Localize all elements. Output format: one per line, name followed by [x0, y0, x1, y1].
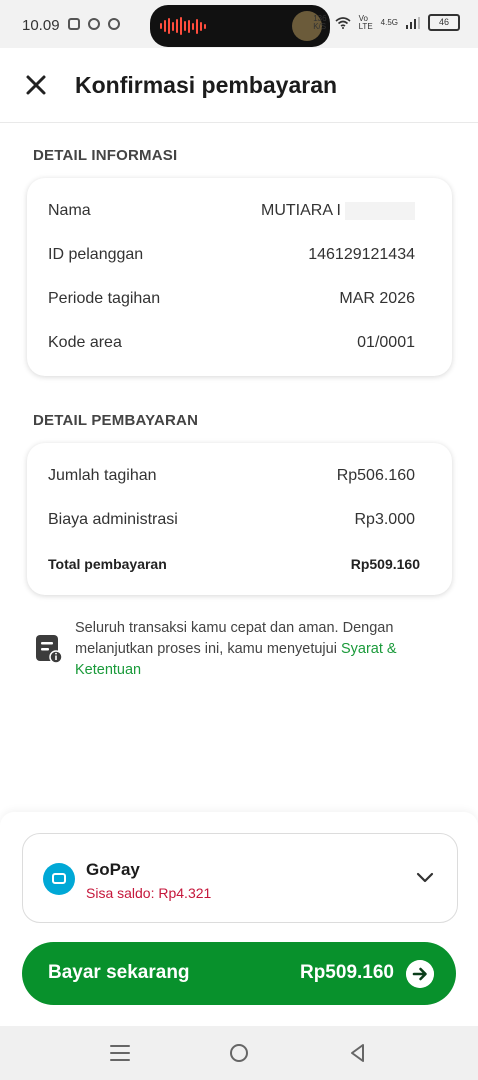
- payment-value: Rp3.000: [354, 511, 416, 528]
- payment-label: Biaya administrasi: [48, 511, 178, 528]
- chat-icon: [88, 18, 100, 30]
- status-time: 10.09: [22, 17, 60, 34]
- info-row-area: Kode area 01/0001: [48, 334, 415, 352]
- net-speed: 136 K/S: [313, 13, 327, 31]
- home-icon[interactable]: [227, 1041, 251, 1065]
- info-label: Nama: [48, 202, 91, 219]
- wallet-icon: [43, 863, 75, 895]
- dynamic-island: [150, 5, 330, 47]
- payment-label: Jumlah tagihan: [48, 467, 157, 484]
- wifi-icon: [335, 16, 351, 29]
- info-value: MUTIARA I: [261, 202, 415, 220]
- total-value: Rp509.160: [350, 556, 420, 572]
- info-label: Periode tagihan: [48, 290, 161, 307]
- payment-section-title: DETAIL PEMBAYARAN: [33, 412, 199, 429]
- notice-text: Seluruh transaksi kamu cepat dan aman. D…: [75, 618, 435, 681]
- info-row-name: Nama MUTIARA I: [48, 202, 415, 220]
- instagram-icon: [68, 18, 80, 30]
- payment-row-total: Total pembayaran Rp509.160: [48, 556, 420, 572]
- app-header: Konfirmasi pembayaran: [0, 48, 478, 123]
- wallet-balance: Sisa saldo: Rp4.321: [86, 885, 212, 901]
- customer-name: MUTIARA I: [260, 202, 341, 220]
- notification-icons: [68, 18, 120, 30]
- pay-now-button[interactable]: Bayar sekarang Rp509.160: [22, 942, 456, 1005]
- status-bar: 10.09 136 K/S Vo LTE 4.5G 46: [0, 0, 478, 48]
- payment-card: Jumlah tagihan Rp506.160 Biaya administr…: [27, 443, 452, 595]
- payment-method-name: GoPay: [86, 860, 140, 879]
- back-icon[interactable]: [346, 1041, 370, 1065]
- info-label: ID pelanggan: [48, 246, 144, 263]
- payment-row-admin: Biaya administrasi Rp3.000: [48, 511, 415, 529]
- info-value: 146129121434: [308, 246, 415, 263]
- payment-row-bill: Jumlah tagihan Rp506.160: [48, 467, 415, 485]
- info-section-title: DETAIL INFORMASI: [33, 147, 178, 164]
- arrow-right-icon: [406, 960, 434, 988]
- page-title: Konfirmasi pembayaran: [75, 72, 338, 98]
- menu-icon[interactable]: [108, 1041, 132, 1065]
- pay-button-amount: Rp509.160: [299, 962, 394, 983]
- info-card: Nama MUTIARA I ID pelanggan 146129121434…: [27, 178, 452, 376]
- info-value: MAR 2026: [339, 290, 415, 307]
- payment-value: Rp506.160: [336, 467, 415, 484]
- signal-label: 4.5G: [380, 18, 398, 27]
- close-icon[interactable]: [24, 73, 48, 97]
- system-nav-bar: [0, 1026, 478, 1080]
- chevron-down-icon[interactable]: [415, 868, 435, 888]
- payment-bottom-sheet: GoPay Sisa saldo: Rp4.321 Bayar sekarang…: [0, 812, 478, 1026]
- volte-label: Vo LTE: [358, 13, 373, 31]
- info-row-id: ID pelanggan 146129121434: [48, 246, 415, 264]
- info-label: Kode area: [48, 334, 122, 351]
- info-value: 01/0001: [357, 334, 415, 351]
- signal-icon: [406, 16, 420, 29]
- secure-document-icon: [36, 635, 63, 664]
- total-label: Total pembayaran: [48, 556, 167, 572]
- status-right: 136 K/S Vo LTE 4.5G 46: [313, 14, 460, 31]
- info-row-period: Periode tagihan MAR 2026: [48, 290, 415, 308]
- audio-wave-icon: [160, 17, 206, 35]
- payment-method-selector[interactable]: GoPay Sisa saldo: Rp4.321: [22, 833, 458, 923]
- pay-button-label: Bayar sekarang: [48, 962, 190, 983]
- battery-icon: 46: [428, 14, 460, 31]
- app-icon: [108, 18, 120, 30]
- redaction-block: [345, 202, 415, 220]
